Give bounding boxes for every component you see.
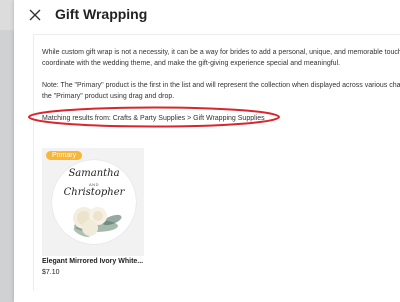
backdrop-strip: [0, 30, 14, 302]
product-image: Samantha AND Christopher: [52, 160, 136, 244]
close-button[interactable]: [26, 6, 44, 24]
note-line-1: Note: The "Primary" product is the first…: [42, 82, 400, 89]
panel-content: While custom gift wrap is not a necessit…: [33, 34, 400, 291]
product-name[interactable]: Elegant Mirrored Ivory White...: [42, 258, 152, 265]
panel-header: Gift Wrapping: [14, 0, 400, 34]
rose-illustration: [73, 207, 122, 237]
product-price: $7.10: [42, 269, 60, 276]
product-card[interactable]: Samantha AND Christopher Primary: [42, 148, 144, 256]
primary-badge: Primary: [46, 151, 83, 160]
description-line-2: coordinate with the wedding theme, and m…: [42, 60, 341, 67]
description-line-1: While custom gift wrap is not a necessit…: [42, 49, 400, 56]
matching-results-text: Matching results from: Crafts & Party Su…: [42, 115, 265, 122]
panel-title: Gift Wrapping: [55, 6, 148, 22]
note-line-2: the "Primary" product using drag and dro…: [42, 93, 175, 100]
gift-wrapping-panel: Gift Wrapping While custom gift wrap is …: [14, 0, 400, 302]
close-icon: [29, 9, 41, 21]
